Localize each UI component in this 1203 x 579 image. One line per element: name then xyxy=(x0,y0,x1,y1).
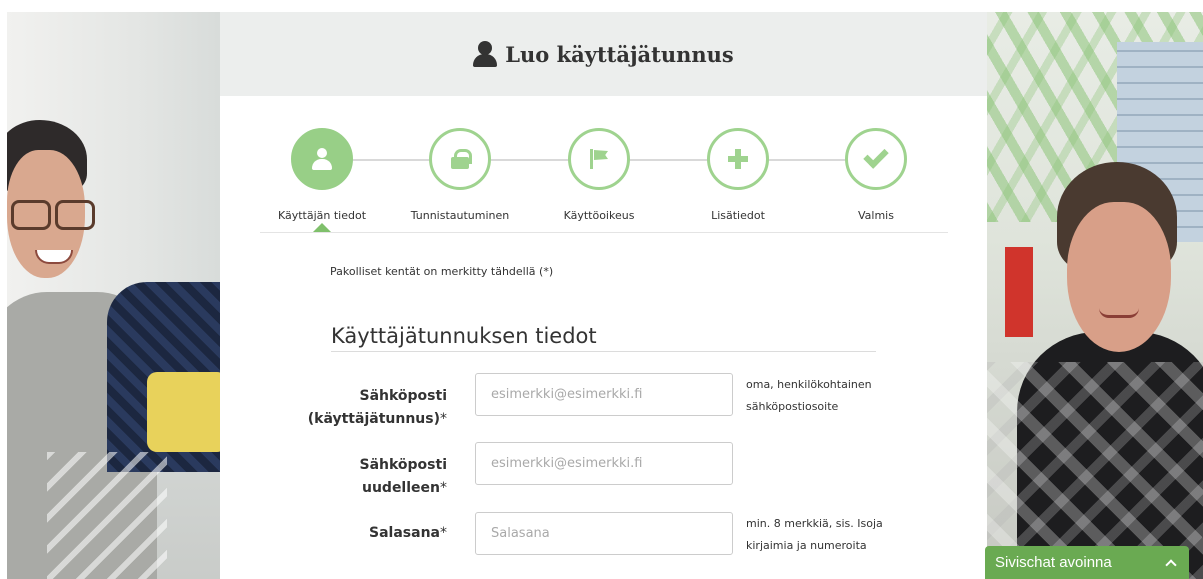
step-done[interactable]: Valmis xyxy=(816,112,936,222)
step-label: Käyttöoikeus xyxy=(563,209,635,222)
step-circle xyxy=(568,128,630,190)
step-access-rights[interactable]: Käyttöoikeus xyxy=(539,112,659,222)
chevron-up-icon[interactable] xyxy=(1165,558,1177,571)
email-label-line1: Sähköposti xyxy=(359,388,447,404)
user-icon xyxy=(473,41,498,67)
check-icon xyxy=(863,143,889,169)
section-divider xyxy=(331,351,876,352)
progress-stepper: Käyttäjän tiedot Tunnistautuminen Käyttö… xyxy=(260,112,948,233)
section-title: Käyttäjätunnuksen tiedot xyxy=(331,324,597,348)
required-mark: * xyxy=(440,411,447,427)
step-label: Lisätiedot xyxy=(711,209,765,222)
page-title: Luo käyttäjätunnus xyxy=(505,41,734,67)
step-circle xyxy=(429,128,491,190)
right-photo-smile xyxy=(1099,308,1139,318)
header-title-group: Luo käyttäjätunnus xyxy=(473,41,734,67)
panel-header: Luo käyttäjätunnus xyxy=(220,12,987,96)
step-circle xyxy=(291,128,353,190)
right-photo-red-object xyxy=(1005,247,1033,337)
left-photo-watermark xyxy=(47,452,167,579)
email-confirm-input[interactable] xyxy=(475,442,733,485)
required-mark: * xyxy=(440,525,447,541)
email-confirm-label-line1: Sähköposti xyxy=(359,457,447,473)
user-icon xyxy=(312,148,332,170)
chat-tab[interactable]: Sivischat avoinna xyxy=(985,546,1189,579)
password-label-text: Salasana xyxy=(369,525,440,541)
step-circle xyxy=(707,128,769,190)
step-label: Käyttäjän tiedot xyxy=(277,209,367,222)
required-mark: * xyxy=(440,480,447,496)
email-confirm-label-line2: uudelleen xyxy=(361,480,440,496)
registration-panel: Luo käyttäjätunnus Käyttäjän tiedot Tunn… xyxy=(220,12,987,579)
required-fields-note: Pakolliset kentät on merkitty tähdellä (… xyxy=(330,265,554,278)
step-user-details[interactable]: Käyttäjän tiedot xyxy=(262,112,382,222)
left-photo xyxy=(7,12,220,579)
email-input[interactable] xyxy=(475,373,733,416)
plus-icon xyxy=(728,149,748,169)
left-photo-cushion xyxy=(147,372,220,452)
password-label: Salasana* xyxy=(369,522,447,545)
step-authentication[interactable]: Tunnistautuminen xyxy=(400,112,520,222)
right-photo-person-face xyxy=(1067,202,1171,352)
step-label: Valmis xyxy=(858,209,894,222)
right-photo xyxy=(987,12,1203,579)
flag-icon xyxy=(590,149,608,169)
email-hint: oma, henkilökohtainen sähköpostiosoite xyxy=(746,378,872,413)
stepper-divider xyxy=(260,232,948,233)
left-photo-glasses xyxy=(11,200,97,232)
step-label: Tunnistautuminen xyxy=(410,209,510,222)
password-input[interactable] xyxy=(475,512,733,555)
password-hint: min. 8 merkkiä, sis. Isoja kirjaimia ja … xyxy=(746,517,883,552)
step-additional-info[interactable]: Lisätiedot xyxy=(678,112,798,222)
chat-label: Sivischat avoinna xyxy=(995,554,1112,571)
active-step-pointer xyxy=(313,223,331,232)
email-label-line2: (käyttäjätunnus) xyxy=(307,411,440,427)
lock-icon xyxy=(451,149,472,169)
step-circle xyxy=(845,128,907,190)
email-label: Sähköposti (käyttäjätunnus)* xyxy=(308,385,447,431)
email-confirm-label: Sähköposti uudelleen* xyxy=(359,454,447,500)
